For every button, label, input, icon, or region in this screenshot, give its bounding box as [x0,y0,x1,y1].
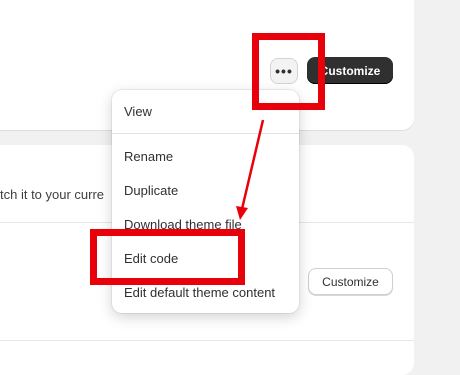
highlight-box [252,33,325,110]
menu-divider [112,133,299,134]
divider [0,340,414,341]
menu-item-rename[interactable]: Rename [124,149,173,164]
highlight-box [90,229,245,285]
customize-button-secondary[interactable]: Customize [308,268,393,295]
menu-item-view[interactable]: View [124,104,152,119]
menu-item-edit-default-theme-content[interactable]: Edit default theme content [124,285,275,300]
theme-description: tch it to your curre [0,187,105,202]
menu-item-duplicate[interactable]: Duplicate [124,183,178,198]
